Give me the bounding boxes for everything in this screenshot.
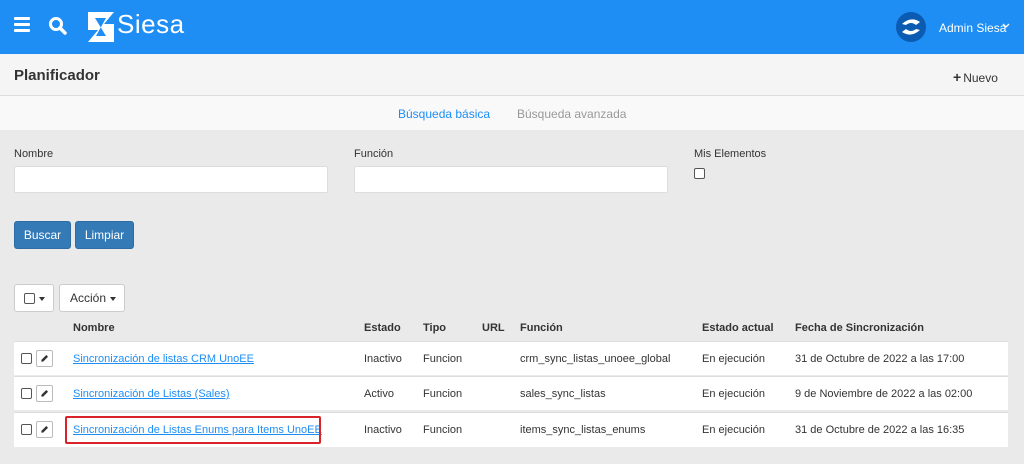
column-header-url[interactable]: URL	[482, 322, 505, 334]
search-icon[interactable]	[48, 16, 68, 36]
state-cell: Activo	[364, 388, 394, 400]
current-state-cell: En ejecución	[702, 388, 765, 400]
sync-date-cell: 31 de Octubre de 2022 a las 17:00	[795, 353, 965, 365]
siesa-logo-icon	[88, 12, 114, 42]
name-filter-label: Nombre	[14, 148, 54, 160]
my-elements-checkbox[interactable]	[694, 168, 705, 179]
column-header-current-state[interactable]: Estado actual	[702, 322, 774, 334]
user-avatar[interactable]	[896, 12, 926, 42]
type-cell: Funcion	[423, 353, 463, 365]
state-cell: Inactivo	[364, 353, 402, 365]
top-navbar: Siesa Admin Siesa	[0, 0, 1024, 54]
pencil-icon[interactable]	[36, 421, 53, 438]
action-dropdown-label: Acción	[70, 291, 107, 305]
row-checkbox[interactable]	[21, 388, 32, 399]
function-cell: items_sync_listas_enums	[520, 424, 646, 436]
page-title: Planificador	[14, 67, 100, 84]
row-checkbox[interactable]	[21, 353, 32, 364]
hamburger-menu-icon[interactable]	[14, 17, 30, 37]
plus-icon: +	[953, 69, 962, 85]
type-cell: Funcion	[423, 388, 463, 400]
current-state-cell: En ejecución	[702, 424, 765, 436]
column-header-function[interactable]: Función	[520, 322, 563, 334]
highlight-box	[65, 416, 321, 444]
pencil-icon[interactable]	[36, 350, 53, 367]
state-cell: Inactivo	[364, 424, 402, 436]
caret-down-icon	[110, 296, 117, 301]
search-button[interactable]: Buscar	[14, 221, 71, 249]
table-row: Sincronización de listas CRM UnoEE Inact…	[14, 341, 1008, 375]
function-filter-input[interactable]	[354, 166, 668, 193]
column-header-type[interactable]: Tipo	[423, 322, 446, 334]
user-menu-label[interactable]: Admin Siesa	[939, 21, 1006, 35]
function-filter-label: Función	[354, 148, 394, 160]
table-row: Sincronización de Listas (Sales) Activo …	[14, 376, 1008, 410]
caret-down-icon	[39, 296, 45, 301]
function-cell: sales_sync_listas	[520, 388, 606, 400]
type-cell: Funcion	[423, 424, 463, 436]
column-header-sync-date[interactable]: Fecha de Sincronización	[795, 322, 924, 334]
column-header-state[interactable]: Estado	[364, 322, 401, 334]
tab-basic-search[interactable]: Búsqueda básica	[398, 107, 490, 121]
column-header-name[interactable]: Nombre	[73, 322, 115, 334]
action-dropdown[interactable]: Acción	[59, 284, 125, 312]
function-cell: crm_sync_listas_unoee_global	[520, 353, 671, 365]
row-checkbox[interactable]	[21, 424, 32, 435]
page-header: Planificador + Nuevo	[0, 54, 1024, 96]
task-name-link[interactable]: Sincronización de Listas (Sales)	[73, 388, 230, 400]
select-all-checkbox[interactable]	[24, 293, 35, 305]
clear-button[interactable]: Limpiar	[75, 221, 134, 249]
task-name-link[interactable]: Sincronización de listas CRM UnoEE	[73, 353, 254, 365]
my-elements-label: Mis Elementos	[694, 148, 767, 160]
search-tabs: Búsqueda básica Búsqueda avanzada	[0, 96, 1024, 130]
sync-date-cell: 9 de Noviembre de 2022 a las 02:00	[795, 388, 973, 400]
pencil-icon[interactable]	[36, 385, 53, 402]
new-button[interactable]: + Nuevo	[953, 69, 998, 85]
current-state-cell: En ejecución	[702, 353, 765, 365]
chevron-down-icon[interactable]	[1002, 22, 1010, 30]
name-filter-input[interactable]	[14, 166, 328, 193]
select-all-dropdown[interactable]	[14, 284, 54, 312]
tab-advanced-search[interactable]: Búsqueda avanzada	[517, 107, 626, 121]
new-button-label: Nuevo	[963, 71, 998, 85]
brand-name: Siesa	[117, 9, 185, 39]
sync-date-cell: 31 de Octubre de 2022 a las 16:35	[795, 424, 965, 436]
